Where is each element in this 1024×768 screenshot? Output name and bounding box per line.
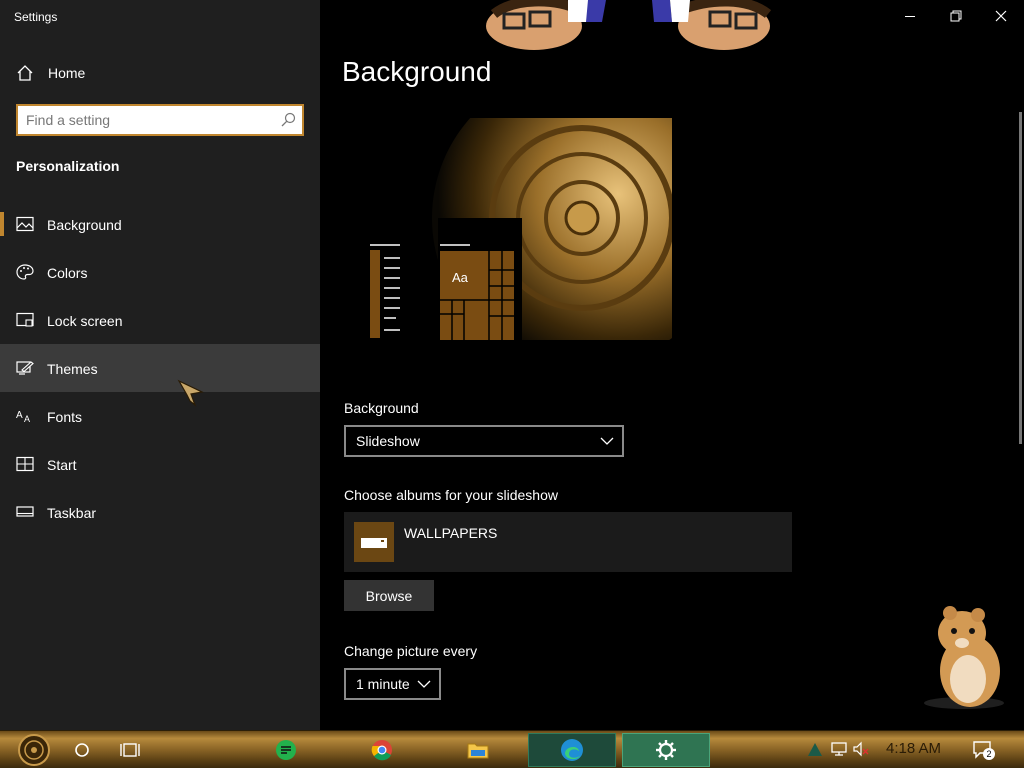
start-orb-icon xyxy=(18,734,50,766)
gear-icon xyxy=(656,740,676,760)
nav-list: Background Colors Lock screen Themes A A… xyxy=(0,200,320,536)
nav-label: Lock screen xyxy=(47,313,123,329)
taskbar-app-chrome[interactable] xyxy=(362,733,402,767)
main-panel: Background Aa Background Slideshow Choos… xyxy=(320,0,1024,730)
clock[interactable]: 4:18 AM xyxy=(886,740,941,757)
search-input[interactable] xyxy=(26,111,276,129)
home-icon xyxy=(17,65,33,81)
aztec-calendar-wallpaper-image: Aa xyxy=(346,118,672,340)
nav-item-themes[interactable]: Themes xyxy=(0,344,320,407)
start-button[interactable] xyxy=(14,733,54,767)
nav-item-fonts[interactable]: A A Fonts xyxy=(0,392,320,440)
task-view-icon xyxy=(120,743,140,757)
nav-label: Colors xyxy=(47,265,88,281)
change-interval-dropdown[interactable]: 1 minute xyxy=(344,668,441,700)
page-title: Background xyxy=(342,56,492,87)
taskbar-app-edge[interactable] xyxy=(528,733,616,767)
section-title: Personalization xyxy=(16,158,120,174)
notification-badge: 2 xyxy=(983,748,995,760)
minimize-button[interactable] xyxy=(887,0,933,32)
font-icon: A A xyxy=(16,410,30,424)
chrome-icon xyxy=(371,740,392,761)
action-center-button[interactable]: 2 xyxy=(972,739,995,761)
albums-label: Choose albums for your slideshow xyxy=(344,487,558,503)
chevron-down-icon xyxy=(417,680,431,688)
background-preview: Aa xyxy=(346,118,672,340)
taskbar-app-notes[interactable] xyxy=(266,733,306,767)
nav-label: Themes xyxy=(47,361,98,377)
browse-button[interactable]: Browse xyxy=(344,580,434,611)
change-interval-value: 1 minute xyxy=(356,676,410,692)
network-icon[interactable] xyxy=(830,740,848,758)
taskbar-app-explorer[interactable] xyxy=(458,733,498,767)
tray-app-icon[interactable] xyxy=(806,740,824,758)
minimize-icon xyxy=(905,16,915,17)
nav-label: Fonts xyxy=(47,409,83,425)
preview-tile-text: Aa xyxy=(452,270,469,285)
picture-icon xyxy=(16,216,34,232)
volume-muted-icon[interactable] xyxy=(852,740,870,758)
lock-screen-icon xyxy=(16,312,34,327)
nav-item-colors[interactable]: Colors xyxy=(0,248,320,296)
scrollbar[interactable] xyxy=(1019,112,1022,444)
nav-item-taskbar[interactable]: Taskbar xyxy=(0,488,320,536)
background-type-value: Slideshow xyxy=(356,433,420,449)
home-label: Home xyxy=(48,65,86,81)
restore-button[interactable] xyxy=(933,0,979,32)
folder-icon xyxy=(354,522,394,562)
cartoon-heads-right-image xyxy=(652,0,772,50)
brush-icon xyxy=(16,361,34,375)
change-interval-label: Change picture every xyxy=(344,643,478,659)
album-item[interactable]: WALLPAPERS xyxy=(344,512,792,572)
palette-icon xyxy=(16,264,34,280)
taskbar: 4:18 AM 2 xyxy=(0,730,1024,768)
nav-label: Start xyxy=(47,457,77,473)
svg-text:A: A xyxy=(24,414,30,424)
green-notes-app-icon xyxy=(276,740,296,760)
edge-icon xyxy=(561,739,583,761)
cortana-button[interactable] xyxy=(62,733,102,767)
app-title: Settings xyxy=(14,10,58,24)
nav-item-start[interactable]: Start xyxy=(0,440,320,488)
start-icon xyxy=(16,456,34,472)
home-link[interactable]: Home xyxy=(0,56,320,90)
chevron-down-icon xyxy=(600,437,614,445)
sidebar: Settings Home Personalization Background xyxy=(0,0,320,730)
nav-item-lock-screen[interactable]: Lock screen xyxy=(0,296,320,344)
hamster-desktop-pet-image xyxy=(924,606,1004,709)
folder-icon xyxy=(467,743,489,759)
taskbar-app-settings[interactable] xyxy=(622,733,710,767)
cortana-circle-icon xyxy=(75,743,89,757)
close-icon xyxy=(995,10,1007,22)
close-button[interactable] xyxy=(978,0,1024,32)
album-name: WALLPAPERS xyxy=(404,525,498,541)
search-icon[interactable] xyxy=(280,112,296,128)
search-box[interactable] xyxy=(16,104,304,136)
nav-label: Taskbar xyxy=(47,505,97,521)
selection-indicator xyxy=(0,212,4,236)
svg-text:A: A xyxy=(16,410,23,421)
taskbar-icon xyxy=(16,506,34,517)
task-view-button[interactable] xyxy=(110,733,150,767)
restore-icon xyxy=(950,10,962,22)
background-type-label: Background xyxy=(344,400,419,416)
background-type-dropdown[interactable]: Slideshow xyxy=(344,425,624,457)
cartoon-heads-left-image xyxy=(486,0,606,50)
nav-label: Background xyxy=(47,217,122,233)
nav-item-background[interactable]: Background xyxy=(0,200,320,248)
